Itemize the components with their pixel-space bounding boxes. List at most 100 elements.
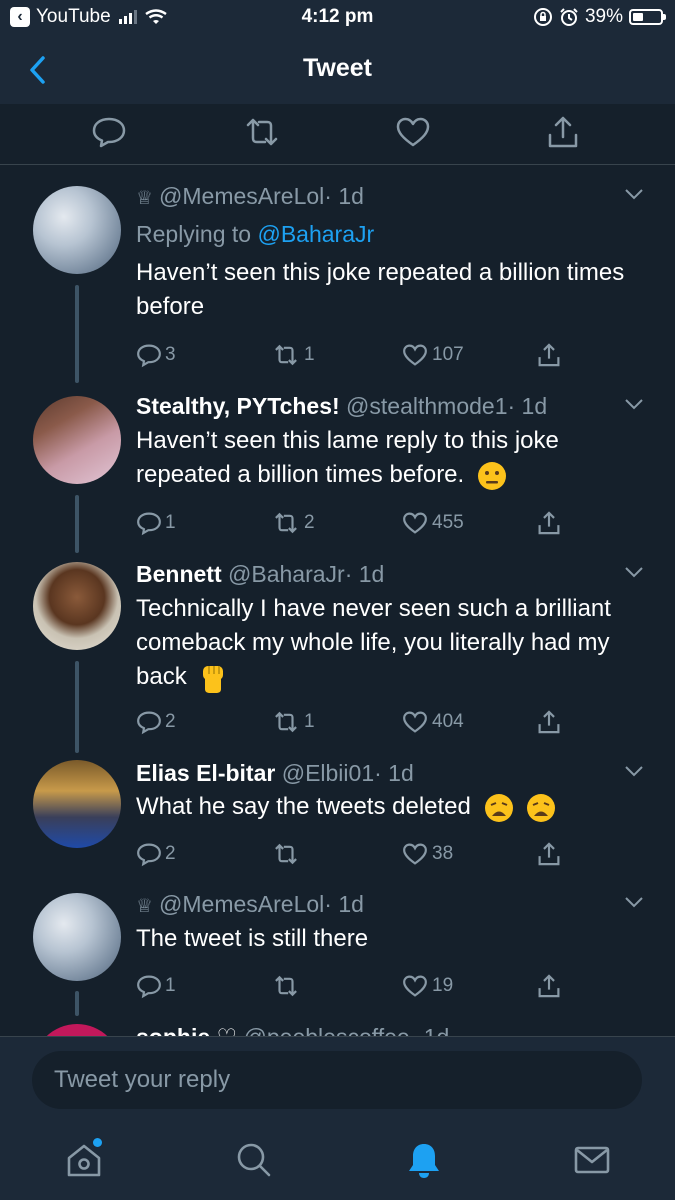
tweet-handle[interactable]: @MemesAreLol xyxy=(159,891,324,917)
avatar[interactable] xyxy=(33,396,121,484)
retweet-count: 1 xyxy=(304,711,315,732)
tweet-actions: 3 1 107 xyxy=(136,342,576,372)
chevron-down-icon[interactable] xyxy=(623,565,645,579)
retweet-icon xyxy=(275,344,297,366)
battery-icon xyxy=(629,9,666,25)
neutral-face-emoji-icon xyxy=(477,461,506,490)
tweet-time: · 1d xyxy=(344,561,385,587)
weary-face-emoji-icon xyxy=(484,793,513,822)
tweet-author[interactable]: Elias El-bitar xyxy=(136,760,275,786)
tweet-handle[interactable]: @stealthmode1 xyxy=(346,393,507,419)
reply-button[interactable]: 1 xyxy=(136,973,176,999)
replying-to: Replying to @BaharaJr xyxy=(136,221,374,248)
retweet-button[interactable]: 2 xyxy=(271,510,315,536)
reply-count: 1 xyxy=(165,975,176,996)
share-button[interactable] xyxy=(536,841,565,867)
reply-button[interactable]: 2 xyxy=(136,709,176,735)
chevron-down-icon[interactable] xyxy=(623,397,645,411)
share-button[interactable] xyxy=(536,510,565,536)
avatar[interactable] xyxy=(33,893,121,981)
tweet-body: What he say the tweets deleted xyxy=(136,790,636,824)
reply-button[interactable]: 1 xyxy=(136,510,176,536)
like-button[interactable]: 455 xyxy=(401,510,464,536)
retweet-icon xyxy=(275,843,297,865)
tab-search[interactable] xyxy=(234,1140,274,1180)
thread-line xyxy=(75,991,79,1016)
reply-tweet[interactable]: ♕ @MemesAreLol· 1d Replying to @BaharaJr … xyxy=(0,183,675,383)
share-icon xyxy=(538,974,560,998)
tweet-meta: ♕ @MemesAreLol· 1d xyxy=(136,891,364,918)
tweet-actions: 2 38 xyxy=(136,841,576,871)
like-count: 38 xyxy=(432,843,454,864)
retweet-icon[interactable] xyxy=(244,114,280,150)
tab-notifications[interactable] xyxy=(404,1140,444,1180)
like-button[interactable]: 404 xyxy=(401,709,464,735)
retweet-button[interactable] xyxy=(271,841,304,867)
tweet-handle[interactable]: @Elbii01 xyxy=(282,760,374,786)
alarm-icon xyxy=(560,8,578,26)
tweet-actions: 1 2 455 xyxy=(136,510,576,540)
tweet-meta: Elias El-bitar @Elbii01· 1d xyxy=(136,760,414,787)
tab-messages[interactable] xyxy=(572,1140,612,1180)
retweet-button[interactable]: 1 xyxy=(271,342,315,368)
tweet-meta: Stealthy, PYTches! @stealthmode1· 1d xyxy=(136,393,547,420)
tweet-text: The tweet is still there xyxy=(136,925,369,952)
share-button[interactable] xyxy=(536,973,565,999)
search-icon xyxy=(237,1143,271,1177)
reply-button[interactable]: 2 xyxy=(136,841,176,867)
reply-count: 3 xyxy=(165,344,176,365)
retweet-icon xyxy=(275,975,297,997)
tweet-time: · 1d xyxy=(324,891,364,917)
share-button[interactable] xyxy=(536,709,565,735)
like-button[interactable]: 107 xyxy=(401,342,464,368)
tweet-actions: 1 19 xyxy=(136,973,576,1003)
share-icon xyxy=(538,511,560,535)
reply-tweet[interactable]: ♕ @MemesAreLol· 1d The tweet is still the… xyxy=(0,891,675,1016)
reply-tweet[interactable]: Elias El-bitar @Elbii01· 1d What he say … xyxy=(0,760,675,882)
page-title: Tweet xyxy=(303,54,372,82)
bell-icon xyxy=(409,1144,439,1178)
like-count: 455 xyxy=(432,512,464,533)
tweet-handle[interactable]: @MemesAreLol xyxy=(159,183,324,209)
replying-label: Replying to xyxy=(136,221,252,247)
chevron-down-icon[interactable] xyxy=(623,895,645,909)
chevron-down-icon[interactable] xyxy=(623,187,645,201)
replying-handle-link[interactable]: @BaharaJr xyxy=(257,221,374,247)
retweet-button[interactable] xyxy=(271,973,304,999)
reply-icon xyxy=(137,975,161,999)
partial-tweet[interactable]: sophie ♡ @peeblescoffee· 1d xyxy=(0,1018,675,1038)
raised-fist-emoji-icon xyxy=(203,665,224,693)
tweet-handle[interactable]: @BaharaJr xyxy=(228,561,345,587)
like-button[interactable]: 38 xyxy=(401,841,453,867)
retweet-icon xyxy=(275,512,297,534)
reply-icon xyxy=(137,843,161,867)
share-icon[interactable] xyxy=(545,114,581,150)
avatar[interactable] xyxy=(33,186,121,274)
tweet-meta: ♕ @MemesAreLol· 1d xyxy=(136,183,364,210)
tweet-meta: Bennett @BaharaJr· 1d xyxy=(136,561,384,588)
reply-icon[interactable] xyxy=(91,114,127,150)
tweet-actions: 2 1 404 xyxy=(136,709,576,739)
share-icon xyxy=(538,710,560,734)
chevron-down-icon[interactable] xyxy=(623,764,645,778)
reply-button[interactable]: 3 xyxy=(136,342,176,368)
nav-bar: Tweet xyxy=(0,36,675,104)
tweet-author[interactable]: Bennett xyxy=(136,561,222,587)
like-icon xyxy=(403,711,427,733)
share-button[interactable] xyxy=(536,342,565,368)
like-count: 404 xyxy=(432,711,464,732)
status-bar: ‹ YouTube 4:12 pm 39% xyxy=(0,0,675,36)
like-icon[interactable] xyxy=(395,114,431,150)
avatar[interactable] xyxy=(33,562,121,650)
reply-tweet[interactable]: Stealthy, PYTches! @stealthmode1· 1d Hav… xyxy=(0,393,675,553)
avatar[interactable] xyxy=(33,760,121,848)
tweet-author[interactable]: Stealthy, PYTches! xyxy=(136,393,340,419)
retweet-button[interactable]: 1 xyxy=(271,709,315,735)
reply-count: 2 xyxy=(165,843,176,864)
tab-home[interactable] xyxy=(64,1138,104,1180)
reply-icon xyxy=(137,344,161,368)
like-button[interactable]: 19 xyxy=(401,973,453,999)
reply-input[interactable] xyxy=(32,1051,642,1109)
new-content-dot xyxy=(93,1138,102,1147)
reply-tweet[interactable]: Bennett @BaharaJr· 1d Technically I have… xyxy=(0,561,675,753)
